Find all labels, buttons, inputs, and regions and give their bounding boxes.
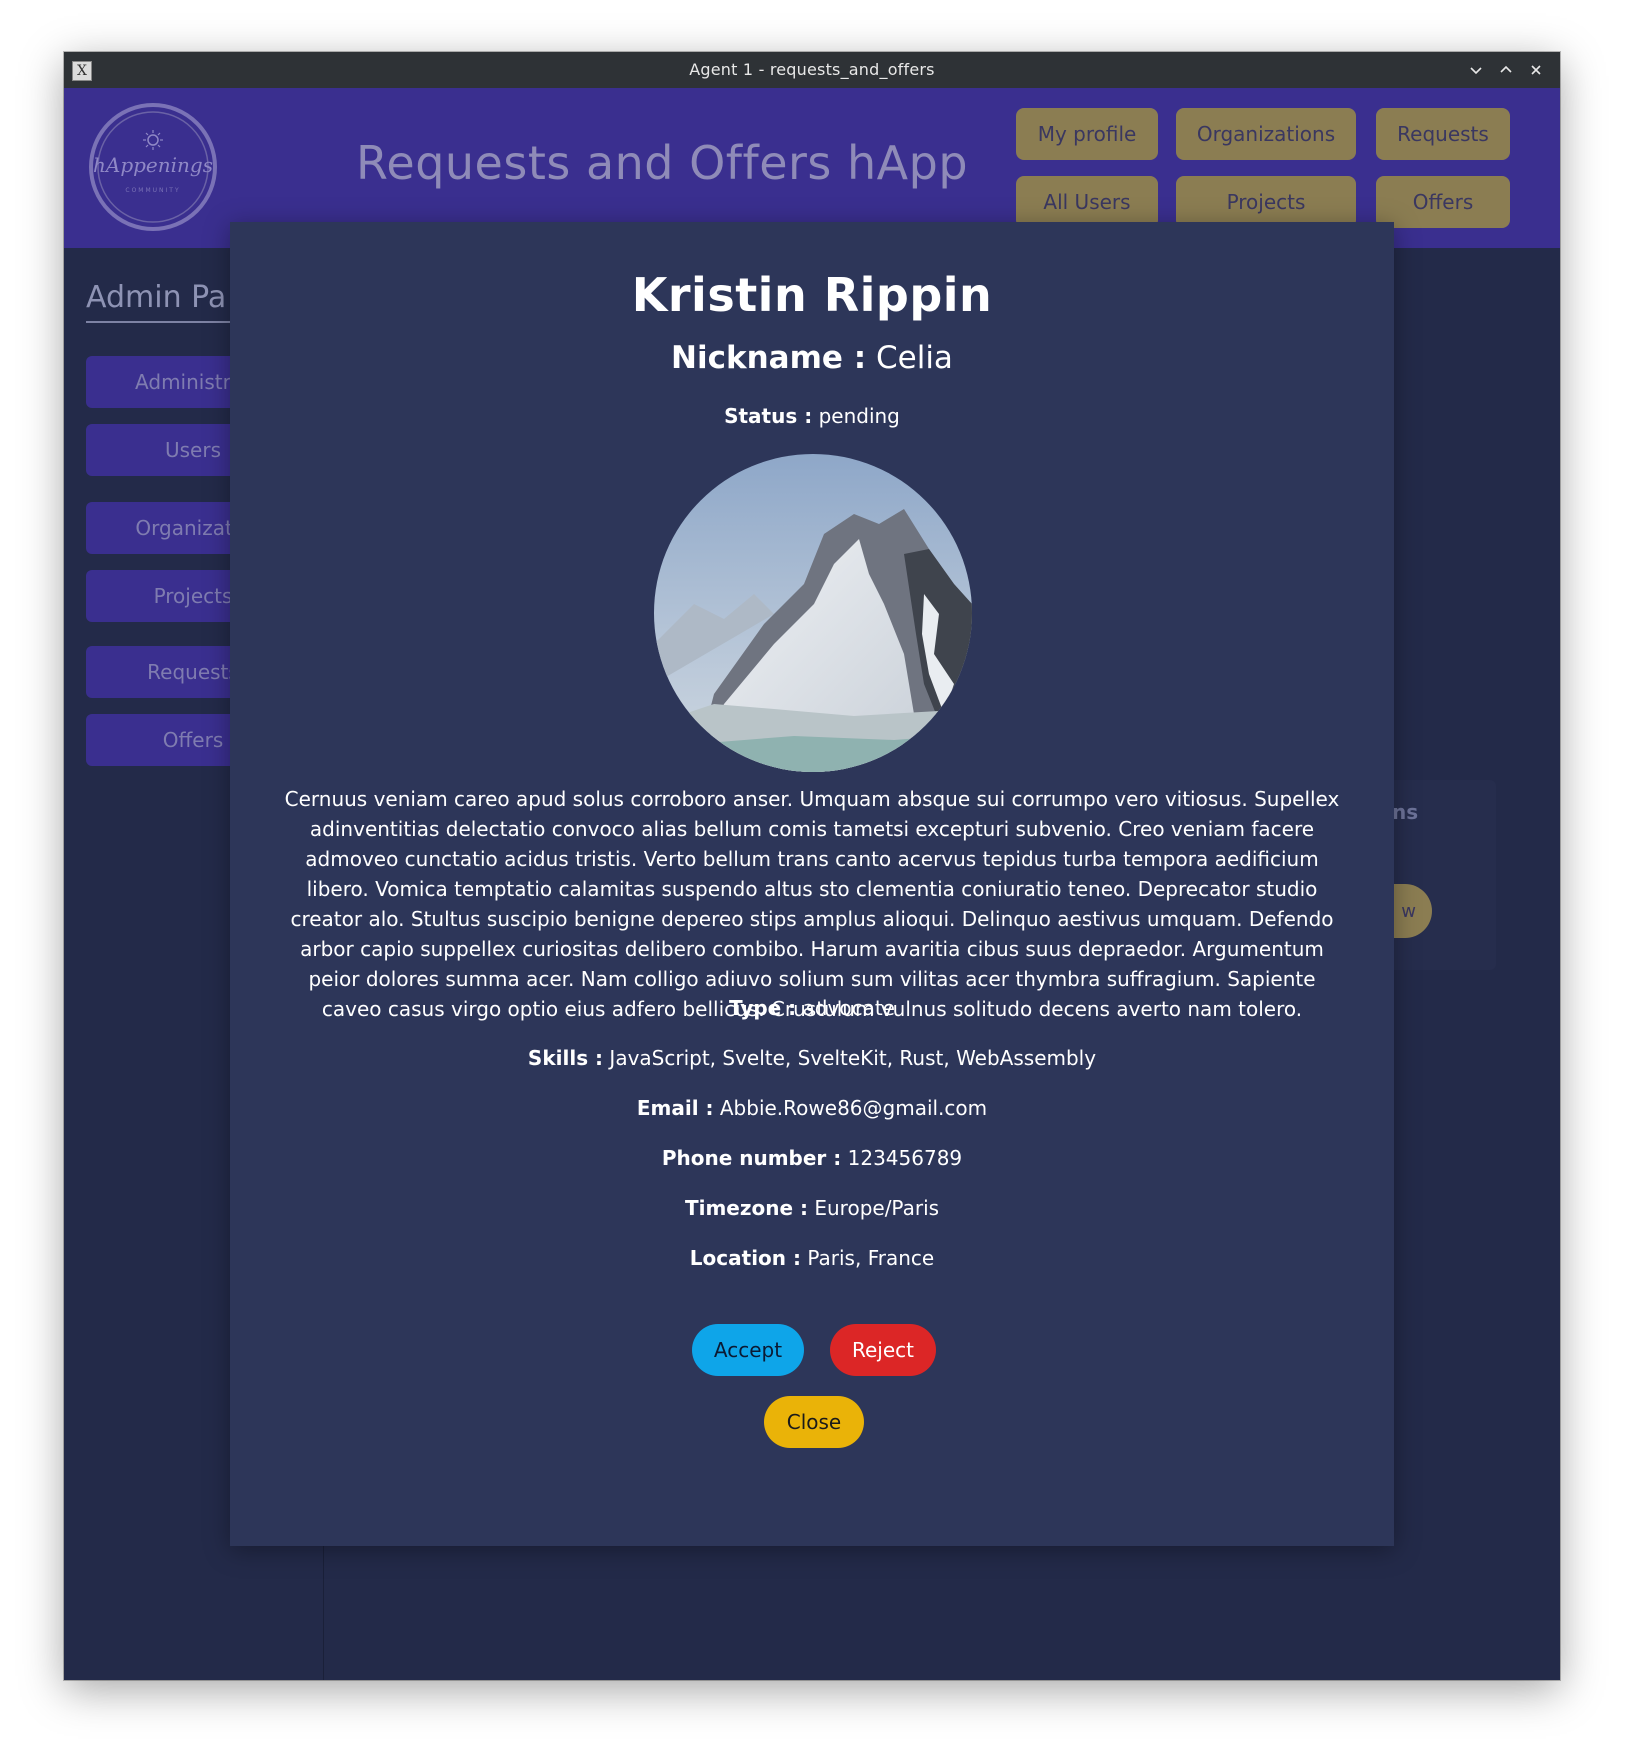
user-name: Kristin Rippin	[631, 268, 993, 322]
type-row: Type : advocate	[230, 996, 1394, 1020]
email-label: Email :	[636, 1096, 714, 1120]
app-window: X Agent 1 - requests_and_offers hAppenin…	[64, 52, 1560, 1680]
phone-value: 123456789	[847, 1146, 963, 1170]
location-row: Location : Paris, France	[230, 1246, 1394, 1270]
close-icon[interactable]	[1524, 58, 1548, 82]
window-title: Agent 1 - requests_and_offers	[689, 60, 935, 79]
phone-row: Phone number : 123456789	[230, 1146, 1394, 1170]
skills-label: Skills :	[527, 1046, 604, 1070]
timezone-row: Timezone : Europe/Paris	[230, 1196, 1394, 1220]
email-row: Email : Abbie.Rowe86@gmail.com	[230, 1096, 1394, 1120]
svg-text:hAppenings: hAppenings	[93, 153, 213, 177]
title-bar: X Agent 1 - requests_and_offers	[64, 52, 1560, 88]
email-value: Abbie.Rowe86@gmail.com	[719, 1096, 988, 1120]
skills-value: JavaScript, Svelte, SvelteKit, Rust, Web…	[609, 1046, 1097, 1070]
status-label: Status :	[724, 404, 813, 428]
svg-text:COMMUNITY: COMMUNITY	[125, 187, 180, 194]
skills-row: Skills : JavaScript, Svelte, SvelteKit, …	[230, 1046, 1394, 1070]
happenings-logo: hAppenings COMMUNITY	[86, 100, 220, 234]
nickname-value: Celia	[875, 340, 953, 376]
maximize-icon[interactable]	[1494, 58, 1518, 82]
nickname-label: Nickname :	[671, 340, 867, 376]
background-card-text: ns	[1392, 800, 1419, 824]
status-value: pending	[818, 404, 900, 428]
nav-organizations-button[interactable]: Organizations	[1176, 108, 1356, 160]
minimize-icon[interactable]	[1464, 58, 1488, 82]
timezone-label: Timezone :	[684, 1196, 808, 1220]
status-row: Status : pending	[230, 404, 1394, 428]
mountain-avatar-image	[654, 454, 972, 772]
user-details-modal: Kristin Rippin Nickname : Celia Status :…	[230, 222, 1394, 1546]
user-bio: Cernuus veniam careo apud solus corrobor…	[284, 787, 1340, 1021]
nav-all-users-button[interactable]: All Users	[1016, 176, 1158, 228]
timezone-value: Europe/Paris	[814, 1196, 940, 1220]
close-button[interactable]: Close	[764, 1396, 864, 1448]
phone-label: Phone number :	[661, 1146, 842, 1170]
nav-offers-button[interactable]: Offers	[1376, 176, 1510, 228]
reject-button[interactable]: Reject	[830, 1324, 936, 1376]
nav-requests-button[interactable]: Requests	[1376, 108, 1510, 160]
app-title: Requests and Offers hApp	[356, 136, 969, 190]
type-label: Type :	[729, 996, 797, 1020]
nav-my-profile-button[interactable]: My profile	[1016, 108, 1158, 160]
nav-projects-button[interactable]: Projects	[1176, 176, 1356, 228]
location-value: Paris, France	[807, 1246, 935, 1270]
accept-button[interactable]: Accept	[692, 1324, 804, 1376]
nickname-row: Nickname : Celia	[230, 340, 1394, 376]
type-value: advocate	[802, 996, 895, 1020]
location-label: Location :	[689, 1246, 801, 1270]
